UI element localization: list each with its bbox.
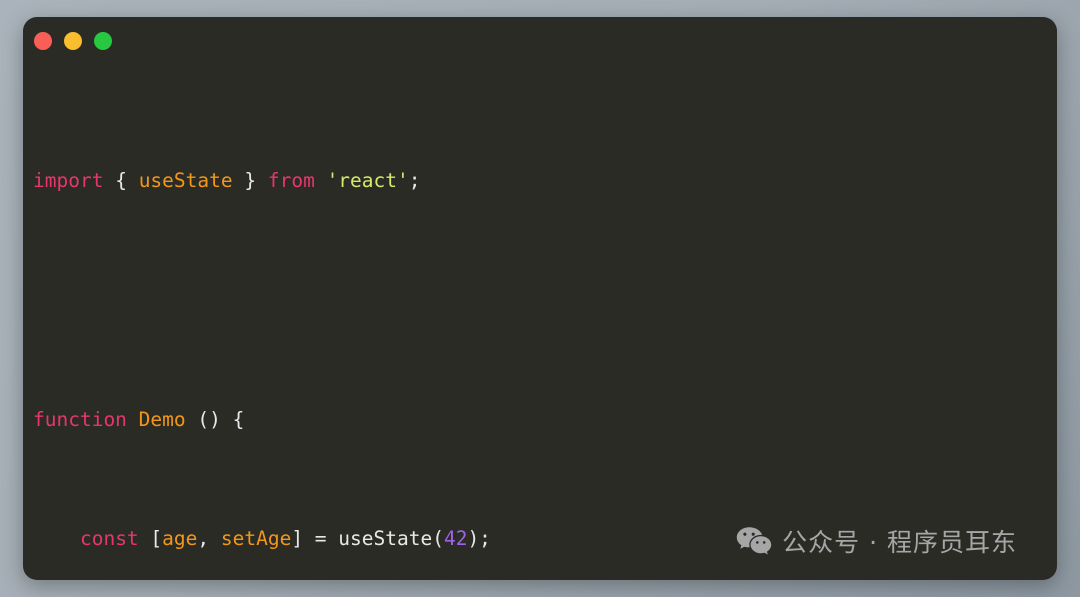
token-setage-variable: setAge	[220, 526, 292, 550]
token-usestate-import: useState	[138, 169, 233, 193]
token-age-variable: age	[162, 526, 198, 550]
code-line-2-blank	[33, 286, 1057, 316]
code-window: import { useState } from 'react'; functi…	[23, 17, 1057, 580]
token-import-keyword: import	[33, 169, 104, 193]
maximize-button[interactable]	[94, 32, 112, 50]
code-line-3: function Demo () {	[33, 405, 1057, 435]
token-brace-close: }	[232, 169, 268, 193]
code-block[interactable]: import { useState } from 'react'; functi…	[33, 77, 1057, 580]
window-titlebar	[23, 17, 1057, 65]
screenshot-root: import { useState } from 'react'; functi…	[0, 0, 1080, 597]
token-demo-name: Demo	[138, 407, 186, 431]
token-comma: ,	[197, 526, 221, 550]
token-function-signature-tail: () {	[185, 407, 245, 431]
watermark: 公众号 · 程序员耳东	[736, 523, 1017, 559]
window-controls	[34, 32, 112, 50]
wechat-icon	[736, 526, 772, 556]
close-button[interactable]	[34, 32, 52, 50]
token-brace-open: {	[103, 169, 139, 193]
code-line-1: import { useState } from 'react';	[33, 166, 1057, 196]
minimize-button[interactable]	[64, 32, 82, 50]
token-number-42: 42	[443, 526, 468, 550]
token-function-keyword: function	[33, 407, 127, 431]
token-call-tail: );	[467, 526, 491, 550]
token-bracket-open: [	[138, 526, 163, 550]
token-semicolon: ;	[408, 169, 421, 193]
token-from-keyword: from	[267, 169, 315, 193]
token-const-keyword: const	[79, 526, 139, 550]
token-usestate-call: ] = useState(	[291, 526, 444, 550]
watermark-text: 公众号 · 程序员耳东	[782, 528, 1017, 557]
token-react-string: 'react'	[326, 169, 409, 193]
